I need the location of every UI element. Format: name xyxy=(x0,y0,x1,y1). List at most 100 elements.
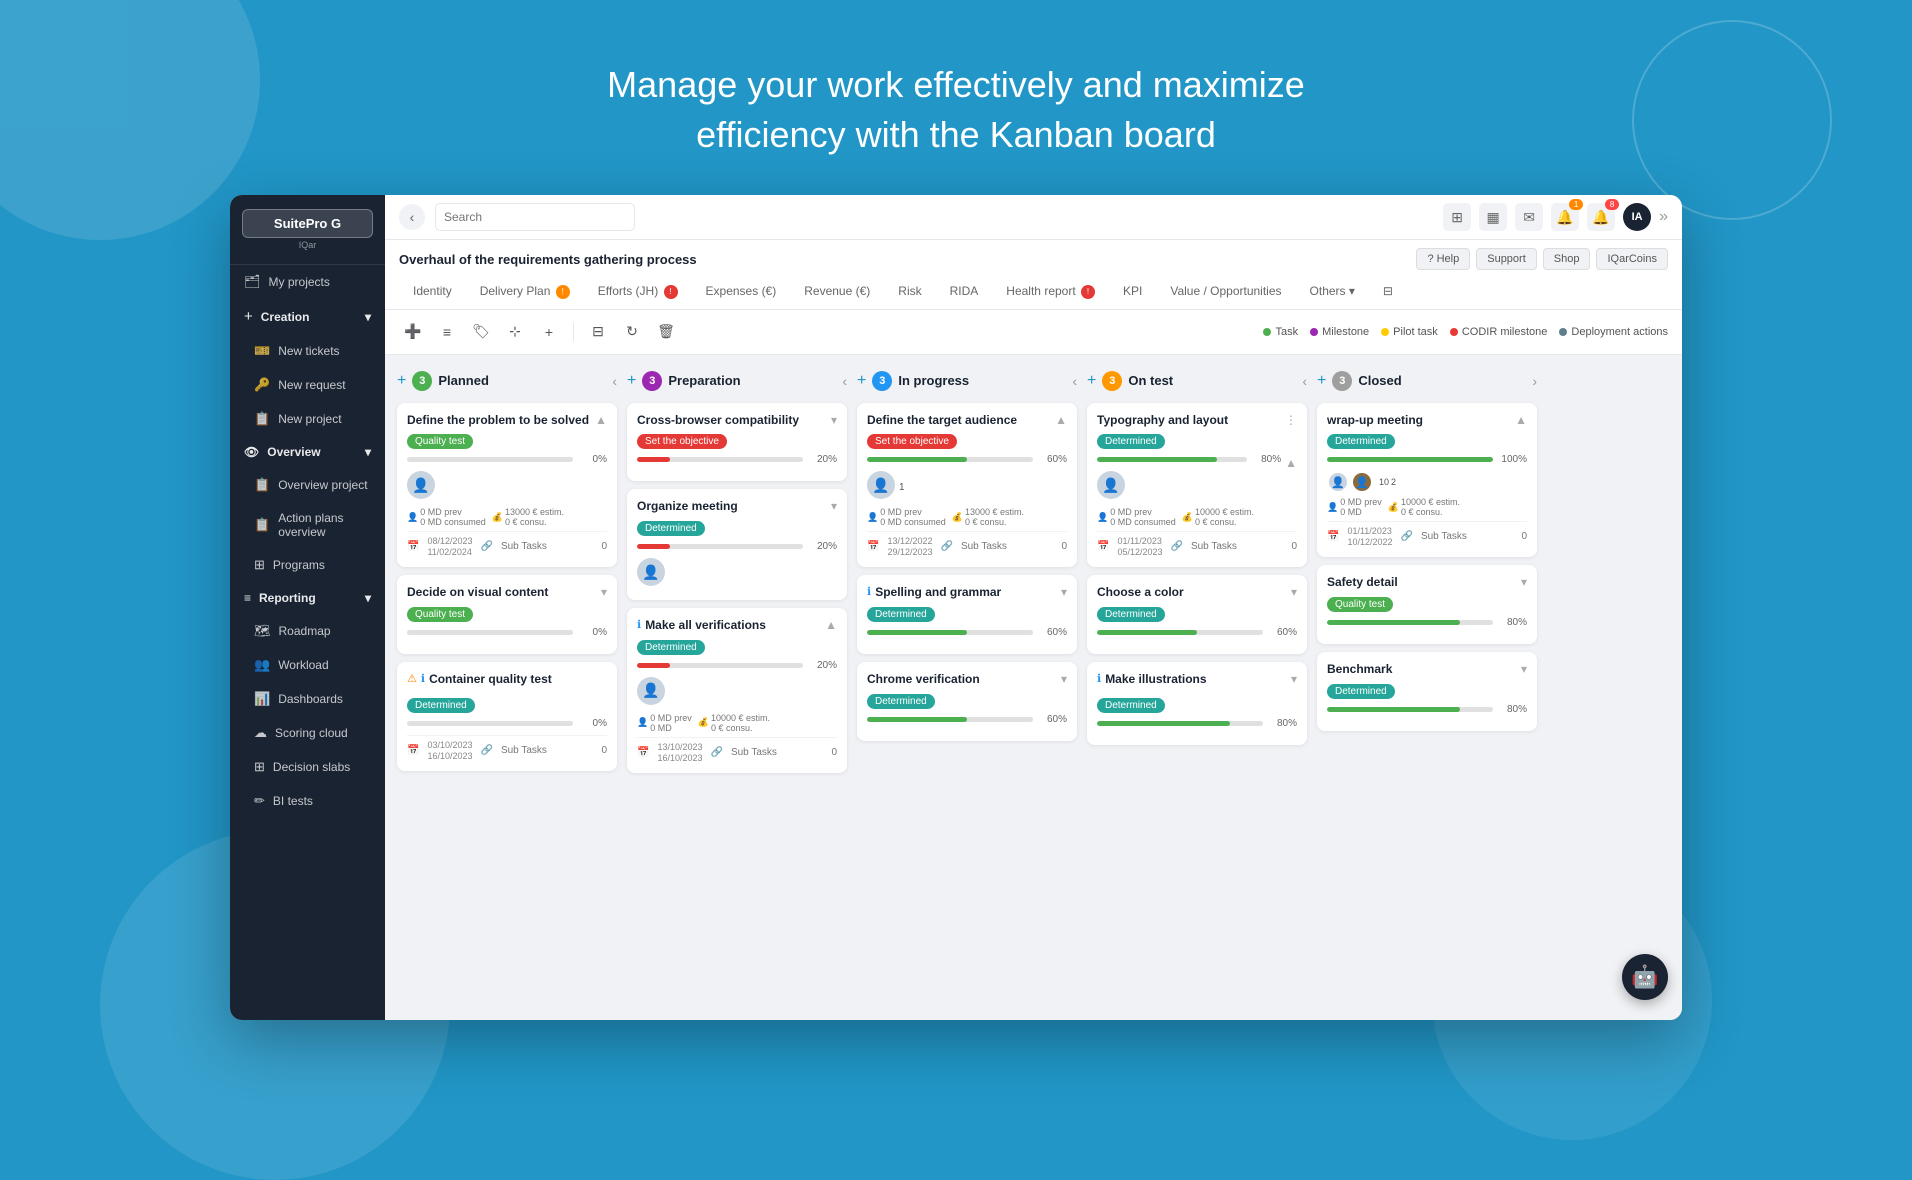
tab-others[interactable]: Others ▾ xyxy=(1296,276,1369,309)
meta-budget: 💰 13000 € estim. 0 € consu. xyxy=(492,507,564,527)
typo-dates: 01/11/2023 05/12/2023 xyxy=(1117,536,1162,557)
bell-btn[interactable]: 🔔 8 xyxy=(1587,203,1615,231)
sidebar-section-reporting[interactable]: ≡ Reporting ▾ xyxy=(230,582,385,614)
card-organize-chevron[interactable]: ▾ xyxy=(831,499,837,513)
refresh-btn[interactable]: ↻ xyxy=(618,318,646,346)
tab-identity[interactable]: Identity xyxy=(399,276,466,309)
card-verif-chevron[interactable]: ▲ xyxy=(825,618,837,632)
tab-expenses[interactable]: Expenses (€) xyxy=(692,276,791,309)
meta-typo-budget: 💰 10000 € estim. 0 € consu. xyxy=(1182,507,1254,527)
card-wrapup-chevron[interactable]: ▲ xyxy=(1515,413,1527,427)
sidebar-item-actionplans[interactable]: 📋 Action plans overview xyxy=(240,502,385,548)
sidebar-label-creation: Creation xyxy=(261,310,310,324)
sidebar-item-scoring[interactable]: ☁ Scoring cloud xyxy=(240,716,385,750)
col-closed-nav[interactable]: › xyxy=(1532,373,1537,389)
card-color-chevron[interactable]: ▾ xyxy=(1291,585,1297,599)
col-progress-add[interactable]: + xyxy=(857,372,866,390)
warning-icon: ⚠ xyxy=(407,672,417,685)
card-container-title: Container quality test xyxy=(429,672,552,688)
card-benchmark-tag: Determined xyxy=(1327,684,1395,699)
list-btn[interactable]: ≡ xyxy=(433,318,461,346)
tabs: Identity Delivery Plan ! Efforts (JH) ! … xyxy=(399,276,1668,309)
card-visual-chevron[interactable]: ▾ xyxy=(601,585,607,599)
sidebar-item-myprojects[interactable]: 🗂 My projects xyxy=(230,265,385,299)
cdate2: 16/10/2023 xyxy=(427,751,472,761)
card-target-title: Define the target audience xyxy=(867,413,1017,429)
delete-btn[interactable]: 🗑 xyxy=(652,318,680,346)
sidebar-section-overview[interactable]: 👁 Overview ▾ xyxy=(230,436,385,468)
card-illus-chevron[interactable]: ▾ xyxy=(1291,672,1297,686)
deployment-label: Deployment actions xyxy=(1571,326,1668,338)
sidebar-item-programs[interactable]: ⊞ Programs xyxy=(240,548,385,582)
card-benchmark-chevron[interactable]: ▾ xyxy=(1521,662,1527,676)
calendar3-icon: 📅 xyxy=(637,747,649,758)
card-safety-chevron[interactable]: ▾ xyxy=(1521,575,1527,589)
dashboards-icon: 📊 xyxy=(254,691,270,707)
sidebar-label-myprojects: My projects xyxy=(269,275,330,289)
filter-btn[interactable]: ⊟ xyxy=(584,318,612,346)
card-target-chevron[interactable]: ▲ xyxy=(1055,413,1067,427)
col-test-add[interactable]: + xyxy=(1087,372,1096,390)
search-input[interactable] xyxy=(435,203,635,231)
col-test-nav[interactable]: ‹ xyxy=(1302,373,1307,389)
tab-rida[interactable]: RIDA xyxy=(936,276,993,309)
col-closed-add[interactable]: + xyxy=(1317,372,1326,390)
col-prep-nav[interactable]: ‹ xyxy=(842,373,847,389)
sidebar-label-scoring: Scoring cloud xyxy=(275,726,348,740)
legend-milestone: Milestone xyxy=(1310,326,1369,338)
col-planned-add[interactable]: + xyxy=(397,372,406,390)
tag-btn[interactable]: 🏷 xyxy=(467,318,495,346)
chatbot-button[interactable]: 🤖 xyxy=(1622,954,1668,1000)
sidebar-section-creation[interactable]: + Creation ▾ xyxy=(230,299,385,334)
sidebar-item-roadmap[interactable]: 🗺 Roadmap xyxy=(240,614,385,648)
sidebar-item-newproject[interactable]: 📋 New project xyxy=(240,402,385,436)
sidebar-item-workload[interactable]: 👥 Workload xyxy=(240,648,385,682)
hierarchy-btn[interactable]: ⊹ xyxy=(501,318,529,346)
myprojects-icon: 🗂 xyxy=(244,274,261,290)
efforts-badge: ! xyxy=(664,285,678,299)
tab-revenue[interactable]: Revenue (€) xyxy=(790,276,884,309)
support-button[interactable]: Support xyxy=(1476,248,1537,270)
shop-button[interactable]: Shop xyxy=(1543,248,1591,270)
sidebar-item-newrequest[interactable]: 🔑 New request xyxy=(240,368,385,402)
add-row-btn[interactable]: ➕ xyxy=(399,318,427,346)
avatar2: 👤 xyxy=(1351,471,1373,493)
card-typography-chevron[interactable]: ▲ xyxy=(1285,456,1297,470)
tab-settings[interactable]: ⊟ xyxy=(1369,276,1407,309)
card-cross-chevron[interactable]: ▾ xyxy=(831,413,837,427)
grid-view-btn[interactable]: ⊞ xyxy=(1443,203,1471,231)
sidebar-item-bi[interactable]: ✏ BI tests xyxy=(240,784,385,818)
user-avatar[interactable]: IA xyxy=(1623,203,1651,231)
collapse-btn[interactable]: » xyxy=(1659,208,1668,226)
col-planned-nav[interactable]: ‹ xyxy=(612,373,617,389)
sidebar-item-overview-project[interactable]: 📋 Overview project xyxy=(240,468,385,502)
card-color-fill xyxy=(1097,630,1197,635)
workload-icon: 👥 xyxy=(254,657,270,673)
card-wrapup: wrap-up meeting ▲ Determined 100% 👤 👤 10 xyxy=(1317,403,1537,558)
sidebar-item-newtickets[interactable]: 🎫 New tickets xyxy=(240,334,385,368)
md-prev: 0 MD prev xyxy=(420,507,486,517)
help-button[interactable]: ? Help xyxy=(1416,248,1470,270)
card-spelling-chevron[interactable]: ▾ xyxy=(1061,585,1067,599)
mail-btn[interactable]: ✉ xyxy=(1515,203,1543,231)
tab-risk[interactable]: Risk xyxy=(884,276,935,309)
notification-btn[interactable]: 🔔 1 xyxy=(1551,203,1579,231)
sidebar-item-decision[interactable]: ⊞ Decision slabs xyxy=(240,750,385,784)
coins-button[interactable]: IQarCoins xyxy=(1596,248,1668,270)
col-prep-add[interactable]: + xyxy=(627,372,636,390)
tab-kpi[interactable]: KPI xyxy=(1109,276,1156,309)
tab-value[interactable]: Value / Opportunities xyxy=(1156,276,1295,309)
card-typography: Typography and layout ⋮ Determined 80% ▲ xyxy=(1087,403,1307,568)
card-define-problem-chevron[interactable]: ▲ xyxy=(595,413,607,427)
plus-btn[interactable]: + xyxy=(535,318,563,346)
list-view-btn[interactable]: ▦ xyxy=(1479,203,1507,231)
sidebar-item-dashboards[interactable]: 📊 Dashboards xyxy=(240,682,385,716)
back-button[interactable]: ‹ xyxy=(399,204,425,230)
card-visual-title: Decide on visual content xyxy=(407,585,548,601)
tab-delivery[interactable]: Delivery Plan ! xyxy=(466,276,584,309)
card-chrome-chevron[interactable]: ▾ xyxy=(1061,672,1067,686)
card-typography-more[interactable]: ⋮ xyxy=(1285,413,1297,427)
tab-health[interactable]: Health report ! xyxy=(992,276,1109,309)
tab-efforts[interactable]: Efforts (JH) ! xyxy=(584,276,692,309)
col-progress-nav[interactable]: ‹ xyxy=(1072,373,1077,389)
